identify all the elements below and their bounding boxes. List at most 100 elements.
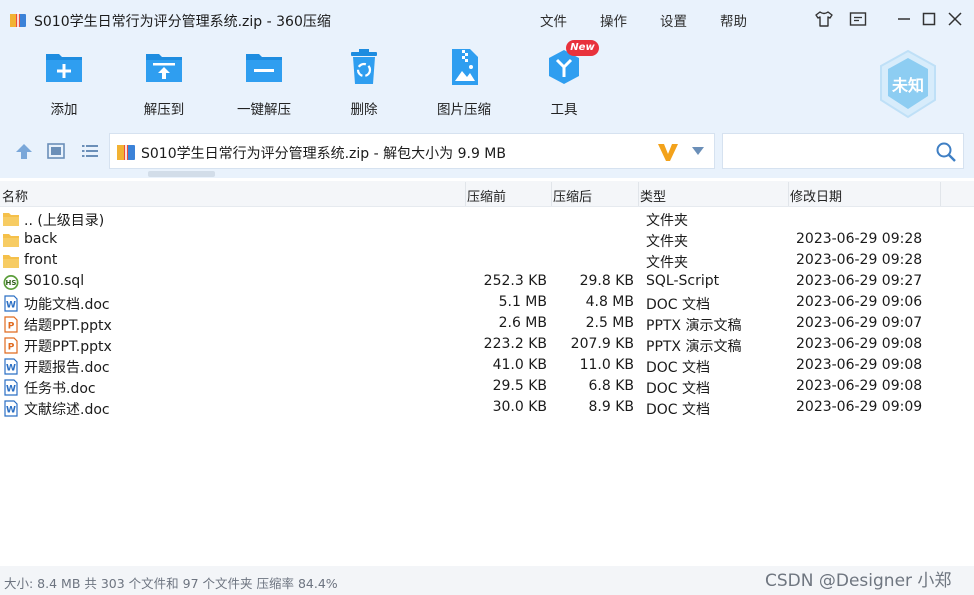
image-compress-label: 图片压缩	[437, 102, 491, 118]
file-name: front	[24, 252, 58, 268]
svg-text:W: W	[6, 364, 16, 374]
search-icon[interactable]	[935, 141, 957, 163]
title-bar: S010学生日常行为评分管理系统.zip - 360压缩 文件 操作 设置 帮助	[0, 0, 974, 38]
file-list-header: 名称 压缩前 压缩后 类型 修改日期	[0, 181, 974, 207]
file-date: 2023-06-29 09:06	[796, 294, 923, 310]
one-click-extract-button[interactable]: 一键解压	[224, 46, 304, 118]
extract-to-label: 解压到	[143, 102, 185, 118]
add-icon	[46, 54, 82, 82]
minimize-icon[interactable]	[894, 9, 914, 29]
original-size: 11.0 KB	[579, 357, 634, 373]
compressed-size: 30.0 KB	[492, 399, 547, 415]
add-label: 添加	[50, 102, 78, 118]
column-divider[interactable]	[788, 182, 789, 206]
menu-settings[interactable]: 设置	[660, 10, 687, 30]
svg-text:P: P	[8, 343, 15, 353]
one-click-extract-label: 一键解压	[237, 102, 291, 118]
folder-up-icon	[3, 213, 19, 226]
file-type: DOC 文档	[646, 360, 711, 376]
list-view-icon[interactable]	[80, 142, 100, 160]
column-divider[interactable]	[465, 182, 466, 206]
original-size: 6.8 KB	[588, 378, 635, 394]
compressed-size: 252.3 KB	[483, 273, 547, 289]
file-type: DOC 文档	[646, 297, 711, 313]
archive-path: S010学生日常行为评分管理系统.zip - 解包大小为 9.9 MB	[141, 146, 506, 162]
file-date: 2023-06-29 09:07	[796, 315, 923, 331]
compressed-size: 41.0 KB	[492, 357, 547, 373]
new-badge: New	[566, 40, 599, 56]
file-row-pptx[interactable]: P 开题PPT.pptx 223.2 KB 207.9 KB PPTX 演示文稿…	[0, 335, 974, 356]
status-summary: 大小: 8.4 MB 共 303 个文件和 97 个文件夹 压缩率 84.4%	[4, 576, 338, 591]
v-logo-icon[interactable]	[656, 141, 680, 163]
original-size: 2.5 MB	[585, 315, 634, 331]
file-name: 开题PPT.pptx	[24, 339, 112, 355]
file-row-doc[interactable]: W 任务书.doc 29.5 KB 6.8 KB DOC 文档 2023-06-…	[0, 377, 974, 398]
svg-text:W: W	[6, 385, 16, 395]
file-name: .. (上级目录)	[24, 213, 105, 229]
ppt-file-icon: P	[4, 337, 18, 354]
svg-text:W: W	[6, 406, 16, 416]
compressed-size: 29.5 KB	[492, 378, 547, 394]
thumbnail-view-icon[interactable]	[46, 142, 66, 160]
menu-file[interactable]: 文件	[540, 10, 567, 30]
file-row-doc[interactable]: W 开题报告.doc 41.0 KB 11.0 KB DOC 文档 2023-0…	[0, 356, 974, 377]
tools-button[interactable]: 工具	[524, 46, 604, 118]
file-date: 2023-06-29 09:28	[796, 231, 923, 247]
file-type: 文件夹	[646, 213, 688, 229]
file-row-doc[interactable]: W 功能文档.doc 5.1 MB 4.8 MB DOC 文档 2023-06-…	[0, 293, 974, 314]
search-box[interactable]	[722, 133, 964, 169]
up-arrow-icon[interactable]	[14, 142, 34, 160]
column-divider[interactable]	[940, 182, 941, 206]
file-row-doc[interactable]: W 文献综述.doc 30.0 KB 8.9 KB DOC 文档 2023-06…	[0, 398, 974, 419]
address-bar[interactable]: S010学生日常行为评分管理系统.zip - 解包大小为 9.9 MB	[109, 133, 715, 169]
search-input[interactable]	[729, 140, 929, 162]
column-name[interactable]: 名称	[2, 186, 28, 205]
original-size: 8.9 KB	[588, 399, 635, 415]
delete-label: 删除	[350, 102, 378, 118]
watermark: CSDN @Designer 小郑	[765, 571, 952, 591]
window-title: S010学生日常行为评分管理系统.zip - 360压缩	[34, 14, 331, 30]
maximize-icon[interactable]	[919, 9, 939, 29]
menu-help[interactable]: 帮助	[720, 10, 747, 30]
file-type: DOC 文档	[646, 381, 711, 397]
horizontal-scroll-thumb[interactable]	[148, 171, 215, 177]
file-date: 2023-06-29 09:27	[796, 273, 923, 289]
file-row-front[interactable]: front 文件夹 2023-06-29 09:28	[0, 251, 974, 272]
close-icon[interactable]	[945, 9, 965, 29]
menu-operate[interactable]: 操作	[600, 10, 627, 30]
column-date[interactable]: 修改日期	[790, 186, 842, 205]
original-size: 207.9 KB	[570, 336, 634, 352]
column-divider[interactable]	[638, 182, 639, 206]
file-type: SQL-Script	[646, 273, 720, 289]
original-size: 29.8 KB	[579, 273, 634, 289]
file-row-back[interactable]: back 文件夹 2023-06-29 09:28	[0, 230, 974, 251]
extract-to-button[interactable]: 解压到	[124, 46, 204, 118]
image-compress-button[interactable]: 图片压缩	[424, 46, 504, 118]
top-panel: S010学生日常行为评分管理系统.zip - 360压缩 文件 操作 设置 帮助	[0, 0, 974, 178]
svg-text:W: W	[6, 301, 16, 311]
column-type[interactable]: 类型	[640, 186, 666, 205]
one-click-extract-icon	[246, 54, 282, 82]
file-type: 文件夹	[646, 234, 688, 250]
sql-file-icon: HS	[3, 275, 19, 290]
zip-file-icon	[117, 143, 135, 161]
file-date: 2023-06-29 09:08	[796, 378, 923, 394]
skin-shirt-icon[interactable]	[814, 9, 834, 29]
file-row-pptx[interactable]: P 结题PPT.pptx 2.6 MB 2.5 MB PPTX 演示文稿 202…	[0, 314, 974, 335]
doc-file-icon: W	[4, 295, 18, 312]
file-row-sql[interactable]: HS S010.sql 252.3 KB 29.8 KB SQL-Script …	[0, 272, 974, 293]
add-button[interactable]: 添加	[24, 46, 104, 118]
file-name: 开题报告.doc	[24, 360, 110, 376]
file-row-parent[interactable]: .. (上级目录) 文件夹	[0, 209, 974, 230]
status-bar: 大小: 8.4 MB 共 303 个文件和 97 个文件夹 压缩率 84.4% …	[0, 566, 974, 595]
compressed-size: 5.1 MB	[498, 294, 547, 310]
doc-file-icon: W	[4, 379, 18, 396]
column-original[interactable]: 压缩后	[553, 186, 592, 205]
file-type: PPTX 演示文稿	[646, 318, 742, 334]
column-compressed[interactable]: 压缩前	[467, 186, 506, 205]
column-divider[interactable]	[551, 182, 552, 206]
delete-button[interactable]: 删除	[324, 46, 404, 118]
archive-app-icon	[10, 12, 26, 28]
chevron-down-icon[interactable]	[692, 147, 704, 155]
message-icon[interactable]	[848, 9, 868, 29]
